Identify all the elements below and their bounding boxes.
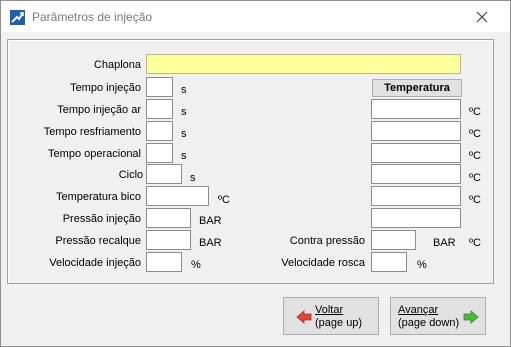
- app-icon: [10, 10, 25, 25]
- tempo-injecao-input[interactable]: [146, 77, 173, 97]
- next-button-label: Avançar: [398, 304, 439, 316]
- velocidade-injecao-label: Velocidade injeção: [49, 257, 141, 269]
- next-button-text: Avançar (page down): [398, 304, 459, 330]
- pressao-recalque-unit: BAR: [199, 237, 222, 249]
- tempo-injecao-unit: s: [181, 84, 187, 96]
- temperatura-zone-2-input[interactable]: [371, 121, 461, 141]
- tempo-injecao-label: Tempo injeção: [70, 82, 141, 94]
- tempo-operacional-label: Tempo operacional: [48, 148, 141, 160]
- tempo-resfriamento-label: Tempo resfriamento: [43, 126, 141, 138]
- temperatura-zone-6-input[interactable]: [371, 208, 461, 228]
- temperatura-bico-unit: ºC: [218, 194, 230, 206]
- velocidade-rosca-unit: %: [417, 259, 427, 271]
- temperatura-zone-2-unit: ºC: [469, 128, 481, 140]
- temperatura-zone-1-input[interactable]: [371, 99, 461, 119]
- tempo-resfriamento-unit: s: [181, 128, 187, 140]
- arrow-right-icon: [463, 310, 479, 324]
- next-button[interactable]: Avançar (page down): [390, 297, 486, 335]
- temperatura-zone-3-unit: ºC: [469, 150, 481, 162]
- next-button-hint: (page down): [398, 317, 460, 329]
- tempo-resfriamento-input[interactable]: [146, 121, 173, 141]
- tempo-injecao-ar-label: Tempo injeção ar: [57, 104, 141, 116]
- pressao-injecao-input[interactable]: [146, 208, 191, 228]
- temperatura-zone-6-unit: ºC: [469, 237, 481, 249]
- chaplona-label: Chaplona: [93, 59, 141, 71]
- back-button-label: Voltar: [315, 304, 344, 316]
- temperatura-button[interactable]: Temperatura: [372, 79, 462, 97]
- tempo-operacional-input[interactable]: [146, 143, 173, 163]
- pressao-recalque-input[interactable]: [146, 230, 191, 250]
- temperatura-zone-5-unit: ºC: [469, 194, 481, 206]
- title-bar: Parâmetros de injeção: [1, 1, 510, 32]
- temperatura-zone-1-unit: ºC: [469, 106, 481, 118]
- velocidade-injecao-unit: %: [191, 259, 201, 271]
- tempo-injecao-ar-unit: s: [181, 106, 187, 118]
- velocidade-injecao-input[interactable]: [146, 252, 182, 272]
- back-button-text: Voltar (page up): [315, 304, 362, 330]
- dialog-window: Parâmetros de injeção Chaplona Tempo inj…: [0, 0, 511, 347]
- contra-pressao-label: Contra pressão: [289, 235, 365, 247]
- tempo-injecao-ar-input[interactable]: [146, 99, 173, 119]
- pressao-injecao-unit: BAR: [199, 215, 222, 227]
- contra-pressao-input[interactable]: [371, 230, 416, 250]
- tempo-operacional-unit: s: [181, 150, 187, 162]
- temperatura-bico-label: Temperatura bico: [56, 191, 141, 203]
- ciclo-total-input[interactable]: [146, 164, 182, 184]
- velocidade-rosca-input[interactable]: [371, 252, 407, 272]
- temperatura-zone-3-input[interactable]: [371, 143, 461, 163]
- pressao-recalque-label: Pressão recalque: [55, 235, 141, 247]
- ciclo-total-unit: s: [190, 172, 196, 184]
- temperatura-zone-4-unit: ºC: [469, 172, 481, 184]
- back-button-hint: (page up): [315, 317, 363, 329]
- velocidade-rosca-label: Velocidade rosca: [281, 257, 365, 269]
- chaplona-input[interactable]: [146, 54, 461, 74]
- pressao-injecao-label: Pressão injeção: [62, 213, 141, 225]
- temperatura-bico-input[interactable]: [146, 186, 209, 206]
- close-icon[interactable]: [471, 7, 493, 27]
- temperatura-zone-5-input[interactable]: [371, 186, 461, 206]
- window-title: Parâmetros de injeção: [32, 10, 153, 24]
- contra-pressao-unit: BAR: [433, 237, 456, 249]
- back-button[interactable]: Voltar (page up): [283, 297, 379, 335]
- temperatura-zone-4-input[interactable]: [371, 164, 461, 184]
- arrow-left-icon: [296, 310, 312, 324]
